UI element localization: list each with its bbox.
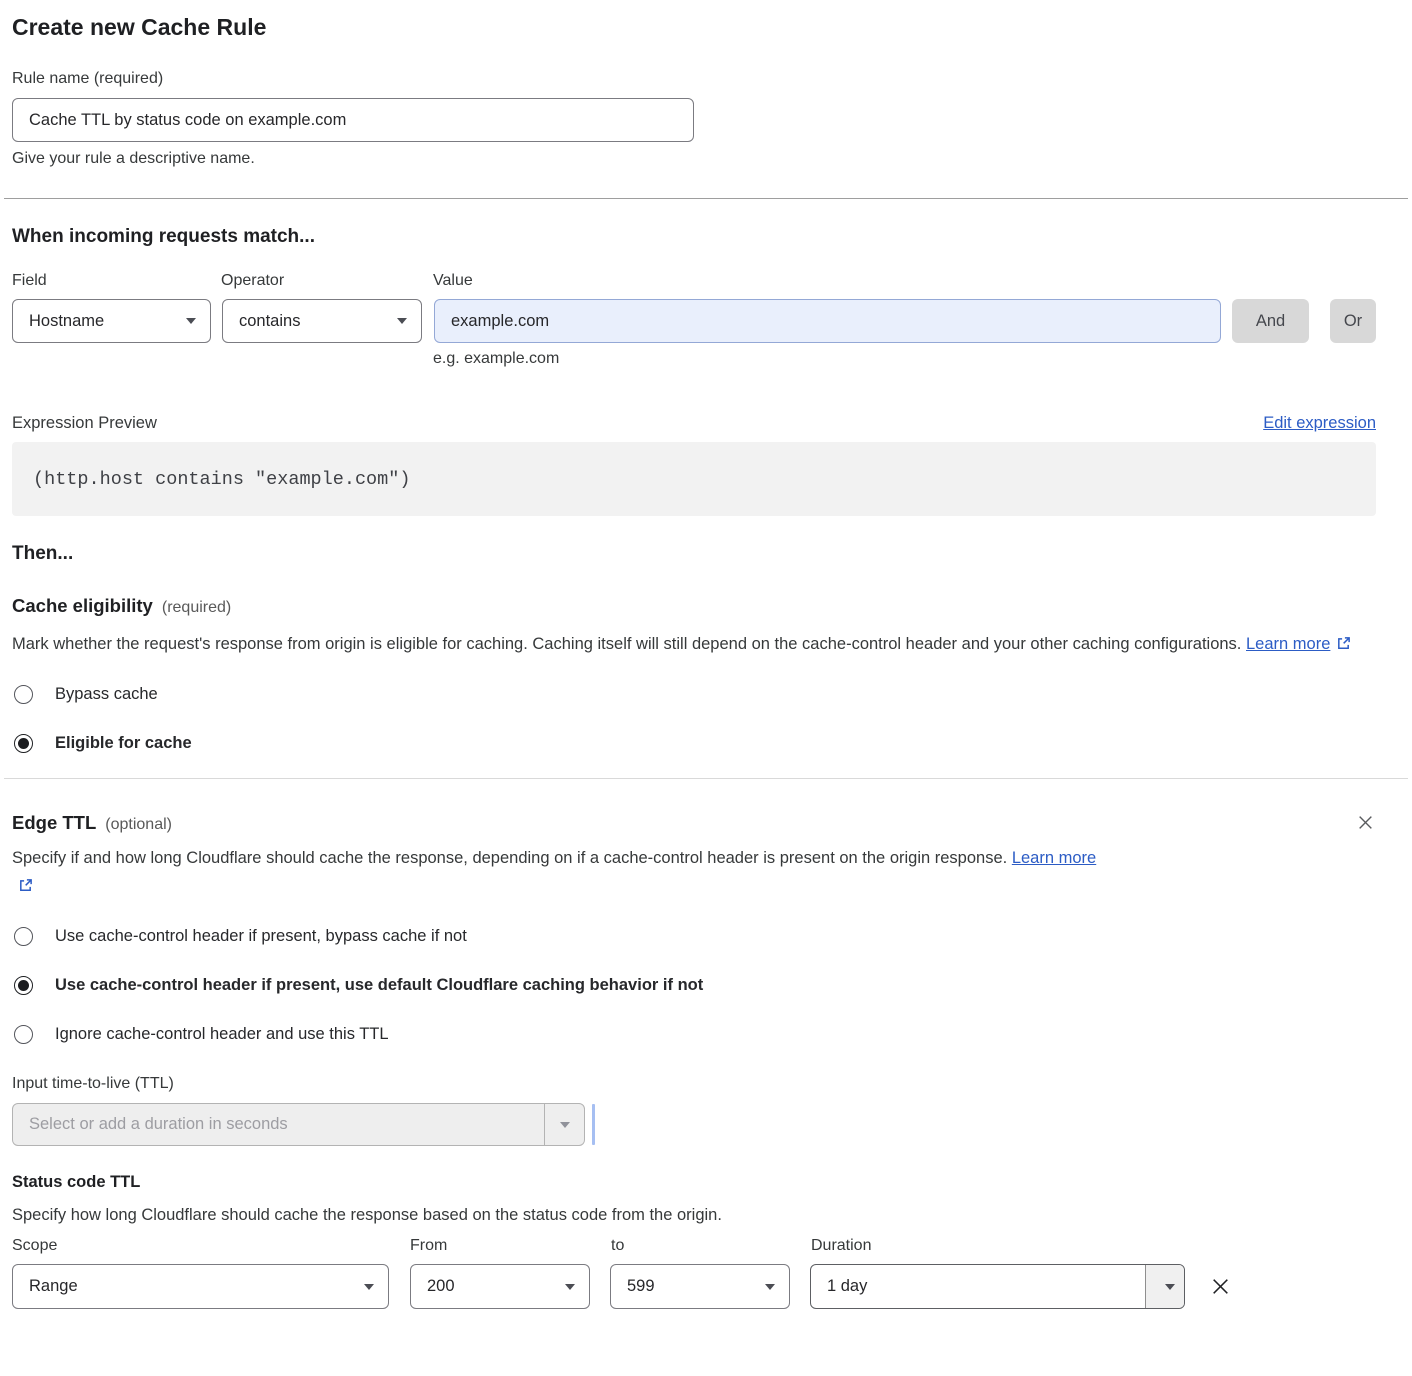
close-icon	[1357, 814, 1374, 831]
field-select-value: Hostname	[29, 312, 104, 331]
expression-header: Expression Preview Edit expression	[12, 414, 1376, 433]
expression-code-block: (http.host contains "example.com")	[12, 442, 1376, 516]
status-code-ttl-description: Specify how long Cloudflare should cache…	[12, 1206, 1376, 1225]
from-select-value: 200	[427, 1277, 455, 1296]
section-divider	[4, 778, 1408, 779]
match-controls-row: Hostname contains And Or	[12, 299, 1376, 343]
external-link-icon	[18, 878, 33, 893]
edge-ttl-description-text: Specify if and how long Cloudflare shoul…	[12, 849, 1007, 867]
duration-select[interactable]: 1 day	[810, 1264, 1185, 1309]
chevron-down-icon	[565, 1284, 575, 1290]
input-ttl-placeholder: Select or add a duration in seconds	[13, 1104, 544, 1145]
radio-icon[interactable]	[14, 1025, 33, 1044]
chevron-down-icon[interactable]	[1145, 1265, 1184, 1308]
cache-eligibility-header: Cache eligibility (required)	[12, 595, 1376, 617]
duration-select-value: 1 day	[827, 1277, 867, 1296]
duration-label: Duration	[811, 1237, 871, 1255]
field-select[interactable]: Hostname	[12, 299, 211, 343]
radio-label: Bypass cache	[55, 685, 158, 704]
section-divider	[4, 198, 1408, 199]
scope-select[interactable]: Range	[12, 1264, 389, 1309]
status-code-ttl-title: Status code TTL	[12, 1173, 1376, 1192]
cache-eligibility-title: Cache eligibility	[12, 595, 153, 617]
scope-label: Scope	[12, 1237, 410, 1255]
edit-expression-link[interactable]: Edit expression	[1263, 414, 1376, 433]
operator-select-value: contains	[239, 312, 300, 331]
radio-use-header-bypass[interactable]: Use cache-control header if present, byp…	[12, 927, 1376, 946]
to-select[interactable]: 599	[610, 1264, 790, 1309]
radio-use-header-default[interactable]: Use cache-control header if present, use…	[12, 976, 1376, 995]
operator-label: Operator	[221, 272, 433, 290]
radio-icon[interactable]	[14, 685, 33, 704]
then-heading: Then...	[12, 543, 1376, 565]
value-input[interactable]	[434, 299, 1221, 343]
match-labels-row: Field Operator Value	[12, 272, 1376, 290]
and-button[interactable]: And	[1232, 299, 1309, 343]
radio-icon[interactable]	[14, 734, 33, 753]
rule-name-help: Give your rule a descriptive name.	[12, 150, 1376, 168]
field-label: Field	[12, 272, 221, 290]
value-help-text: e.g. example.com	[433, 350, 1376, 368]
page-title: Create new Cache Rule	[12, 14, 1376, 40]
rule-name-label: Rule name (required)	[12, 70, 1376, 88]
delete-icon	[1210, 1276, 1231, 1297]
status-labels-row: Scope From to Duration	[12, 1237, 1376, 1255]
radio-label: Eligible for cache	[55, 734, 192, 753]
chevron-down-icon	[186, 318, 196, 324]
delete-status-ttl-button[interactable]	[1210, 1276, 1231, 1297]
chevron-down-icon	[765, 1284, 775, 1290]
radio-label: Use cache-control header if present, byp…	[55, 927, 467, 946]
radio-bypass-cache[interactable]: Bypass cache	[12, 685, 1376, 704]
to-label: to	[611, 1237, 811, 1255]
close-edge-ttl-button[interactable]	[1355, 812, 1376, 833]
chevron-down-icon	[397, 318, 407, 324]
radio-label: Ignore cache-control header and use this…	[55, 1025, 389, 1044]
radio-eligible-for-cache[interactable]: Eligible for cache	[12, 734, 1376, 753]
from-label: From	[410, 1237, 611, 1255]
cache-eligibility-learn-more-link[interactable]: Learn more	[1246, 635, 1330, 653]
radio-ignore-header-use-ttl[interactable]: Ignore cache-control header and use this…	[12, 1025, 1376, 1044]
create-cache-rule-page: Create new Cache Rule Rule name (require…	[0, 0, 1412, 1309]
cache-eligibility-description: Mark whether the request's response from…	[12, 630, 1352, 658]
required-badge: (required)	[162, 599, 231, 617]
value-label: Value	[433, 272, 473, 290]
input-ttl-row: Select or add a duration in seconds	[12, 1103, 1376, 1146]
chevron-down-icon	[544, 1104, 584, 1145]
expression-code: (http.host contains "example.com")	[33, 469, 410, 490]
scope-select-value: Range	[29, 1277, 78, 1296]
input-ttl-label: Input time-to-live (TTL)	[12, 1075, 1376, 1093]
radio-label: Use cache-control header if present, use…	[55, 976, 703, 995]
external-link-icon	[1336, 636, 1351, 651]
rule-name-input[interactable]	[12, 98, 694, 142]
from-select[interactable]: 200	[410, 1264, 590, 1309]
edge-ttl-options: Use cache-control header if present, byp…	[12, 927, 1376, 1044]
match-heading: When incoming requests match...	[12, 226, 1376, 248]
focus-bar	[592, 1104, 595, 1145]
radio-icon[interactable]	[14, 927, 33, 946]
edge-ttl-title-row: Edge TTL (optional)	[12, 812, 172, 834]
radio-icon[interactable]	[14, 976, 33, 995]
optional-badge: (optional)	[105, 816, 172, 834]
edge-ttl-description: Specify if and how long Cloudflare shoul…	[12, 844, 1117, 900]
status-controls-row: Range 200 599 1 day	[12, 1264, 1376, 1309]
to-select-value: 599	[627, 1277, 655, 1296]
operator-select[interactable]: contains	[222, 299, 422, 343]
input-ttl-select: Select or add a duration in seconds	[12, 1103, 585, 1146]
cache-eligibility-options: Bypass cache Eligible for cache	[12, 685, 1376, 753]
edge-ttl-title: Edge TTL	[12, 812, 96, 834]
expression-preview-label: Expression Preview	[12, 414, 157, 433]
edge-ttl-header: Edge TTL (optional)	[12, 812, 1376, 834]
cache-eligibility-description-text: Mark whether the request's response from…	[12, 635, 1241, 653]
edge-ttl-learn-more-link[interactable]: Learn more	[1012, 849, 1096, 867]
chevron-down-icon	[364, 1284, 374, 1290]
or-button[interactable]: Or	[1330, 299, 1376, 343]
